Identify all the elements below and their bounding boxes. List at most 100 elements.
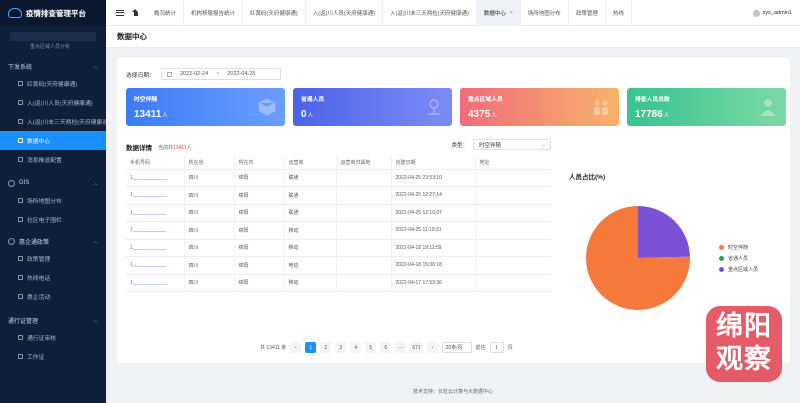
prev-page-button[interactable]: ‹ (290, 342, 302, 353)
stat-card-key-area[interactable]: 重点区域人员 4375人 (460, 88, 619, 126)
menu-toggle-icon[interactable] (116, 9, 124, 16)
sidebar-item-activities[interactable]: 惠企活动 (0, 287, 106, 306)
item-label: 红黄码(天府健康通) (27, 82, 78, 88)
sidebar-item-hotline[interactable]: 热线电话 (0, 268, 106, 287)
page-1-button[interactable]: 1 (305, 342, 317, 353)
col-address[interactable]: 地址 (474, 156, 551, 170)
cell-address (474, 186, 551, 205)
sidebar-item-geofence[interactable]: 社区电子围栏 (0, 210, 106, 229)
table-row[interactable]: 1____________ 四川 绵阳 联通 2022-04-25 12:16:07 (126, 204, 551, 222)
stat-value: 4375人 (468, 109, 611, 120)
item-label: 入(返)川人员(天府健康通) (27, 101, 93, 107)
tab-site-map[interactable]: 场所地图分布 (521, 0, 569, 26)
pie-slice-3[interactable] (638, 206, 690, 258)
sidebar-search[interactable] (10, 32, 96, 41)
tab-policy-manage[interactable]: 政策管理 (569, 0, 606, 26)
sidebar-group-policy[interactable]: 惠企通政策 ︿ (0, 233, 106, 249)
table-header-row: 手机号码 所在省 所在市 运营商 运营商归属地 创建日期 地址 (126, 156, 551, 170)
page-2-button[interactable]: 2 (320, 342, 332, 353)
count-suffix: 人 (186, 144, 192, 151)
cell-phone[interactable]: 1____________ (126, 204, 184, 222)
sidebar-item-data-center[interactable]: 数据中心 (0, 131, 106, 150)
cell-phone[interactable]: 1____________ (126, 186, 184, 205)
page-3-button[interactable]: 3 (335, 342, 347, 353)
sidebar-group-gis[interactable]: GIS ︿ (0, 175, 106, 191)
globe-icon (8, 179, 15, 187)
col-province[interactable]: 所在省 (183, 156, 234, 170)
calendar-icon (18, 294, 23, 299)
tab-red-yellow-code[interactable]: 红黄码(天府健康通) (243, 0, 306, 26)
legend-item[interactable]: 重点区域人员 (719, 266, 758, 273)
watermark-logo: 绵阳观察 (706, 306, 782, 382)
stat-card-total[interactable]: 排查人员总数 17786人 (627, 88, 786, 126)
legend-swatch (719, 256, 724, 261)
page-size-select[interactable]: 20条/页 (441, 342, 472, 353)
table-row[interactable]: 1____________ 四川 绵阳 移动 2022-04-25 11:19:31 (126, 221, 551, 240)
cell-city: 绵阳 (233, 239, 284, 257)
col-city[interactable]: 所在市 (233, 156, 284, 170)
sidebar-item-return-personnel[interactable]: 入(返)川人员(天府健康通) (0, 93, 106, 112)
goto-page-input[interactable]: 1 (489, 342, 504, 353)
more-pages-button[interactable]: ··· (395, 342, 407, 353)
cell-city: 绵阳 (233, 186, 284, 205)
cell-province: 四川 (183, 186, 234, 205)
pie-title: 人员占比(%) (569, 174, 606, 181)
legend-item[interactable]: 时空伴随 (719, 244, 758, 251)
sidebar-item-cut[interactable]: 重点区域人员分析 (30, 43, 106, 51)
sidebar-group-pass[interactable]: 通行证管理 ︿ (0, 312, 106, 328)
cell-carrier-region (335, 274, 391, 292)
cell-created: 2022-04-17 17:59:36 (390, 274, 475, 292)
stat-card-provincial[interactable]: 省通人员 0人 (293, 88, 452, 126)
date-start[interactable]: 2022-02-24 (180, 71, 208, 77)
tab-three-day-test[interactable]: 入(返)川未三天两检(天府健康通) (383, 0, 477, 26)
tab-return-personnel[interactable]: 入(返)川人员(天府健康通) (306, 0, 384, 26)
phone-icon (18, 275, 23, 280)
page-6-button[interactable]: 6 (380, 342, 392, 353)
sidebar-item-red-yellow-code[interactable]: 红黄码(天府健康通) (0, 74, 106, 93)
sidebar-item-push-config[interactable]: 消息推送配置 (0, 150, 106, 169)
sidebar-item-three-day-test[interactable]: 入(返)川未三天两检(天府健康通) (0, 112, 106, 131)
sidebar-item-site-map[interactable]: 场所地图分布 (0, 191, 106, 210)
cell-carrier-region (335, 186, 391, 205)
settings-icon (18, 256, 23, 261)
home-icon[interactable] (132, 9, 139, 16)
sidebar-item-pass-review[interactable]: 通行证审核 (0, 328, 106, 347)
tab-bar: 概况统计 机构移服报告统计 红黄码(天府健康通) 入(返)川人员(天府健康通) … (147, 0, 632, 26)
cell-address (474, 256, 551, 275)
col-phone[interactable]: 手机号码 (126, 156, 184, 170)
next-page-button[interactable]: › (426, 342, 438, 353)
page-4-button[interactable]: 4 (350, 342, 362, 353)
sidebar-group-issue-system[interactable]: 下发系统 ︿ (0, 58, 106, 74)
page-last-button[interactable]: 671 (410, 342, 423, 353)
date-end[interactable]: 2022-04-25 (227, 71, 255, 77)
tab-institution-report[interactable]: 机构移服报告统计 (184, 0, 244, 26)
table-row[interactable]: 1____________ 四川 绵阳 移动 2022-04-17 17:59:36 (126, 274, 551, 292)
tab-hotline[interactable]: 热线 (606, 0, 632, 26)
table-row[interactable]: 1____________ 四川 绵阳 移动 2022-04-18 19:11:59 (126, 239, 551, 257)
user-menu[interactable]: sys_admin1 (752, 0, 792, 26)
date-range-picker[interactable]: 2022-02-24 ~ 2022-04-25 (161, 68, 281, 80)
sidebar-item-work-pass[interactable]: 工作证 (0, 347, 106, 366)
tab-overview[interactable]: 概况统计 (147, 0, 185, 26)
stat-card-time-space[interactable]: 时空伴随 13411人 (126, 88, 285, 126)
sidebar-item-policy-manage[interactable]: 政策管理 (0, 249, 106, 268)
cell-phone[interactable]: 1____________ (126, 169, 184, 187)
page-5-button[interactable]: 5 (365, 342, 377, 353)
table-row[interactable]: 1____________ 四川 绵阳 联通 2022-04-25 12:27:14 (126, 186, 551, 205)
legend-item[interactable]: 省通人员 (719, 255, 758, 262)
cell-phone[interactable]: 1____________ (126, 221, 184, 240)
cell-phone[interactable]: 1____________ (126, 256, 184, 275)
cell-phone[interactable]: 1____________ (126, 239, 184, 257)
table-row[interactable]: 1____________ 四川 绵阳 联通 2022-04-25 23:53:10 (126, 169, 551, 187)
group-label: 下发系统 (8, 64, 33, 71)
tab-data-center[interactable]: 数据中心 × (476, 0, 521, 26)
type-select[interactable]: 时空伴随 ⌄ (473, 139, 551, 150)
table-row[interactable]: 1____________ 四川 绵阳 电信 2022-04-18 15:06:18 (126, 256, 551, 275)
close-icon[interactable]: × (510, 10, 513, 16)
col-carrier-region[interactable]: 运营商归属地 (335, 156, 391, 170)
col-carrier[interactable]: 运营商 (283, 156, 336, 170)
cell-address (474, 221, 551, 240)
cell-phone[interactable]: 1____________ (126, 274, 184, 292)
cell-created: 2022-04-18 19:11:59 (390, 239, 475, 257)
col-created[interactable]: 创建日期 (390, 156, 475, 170)
